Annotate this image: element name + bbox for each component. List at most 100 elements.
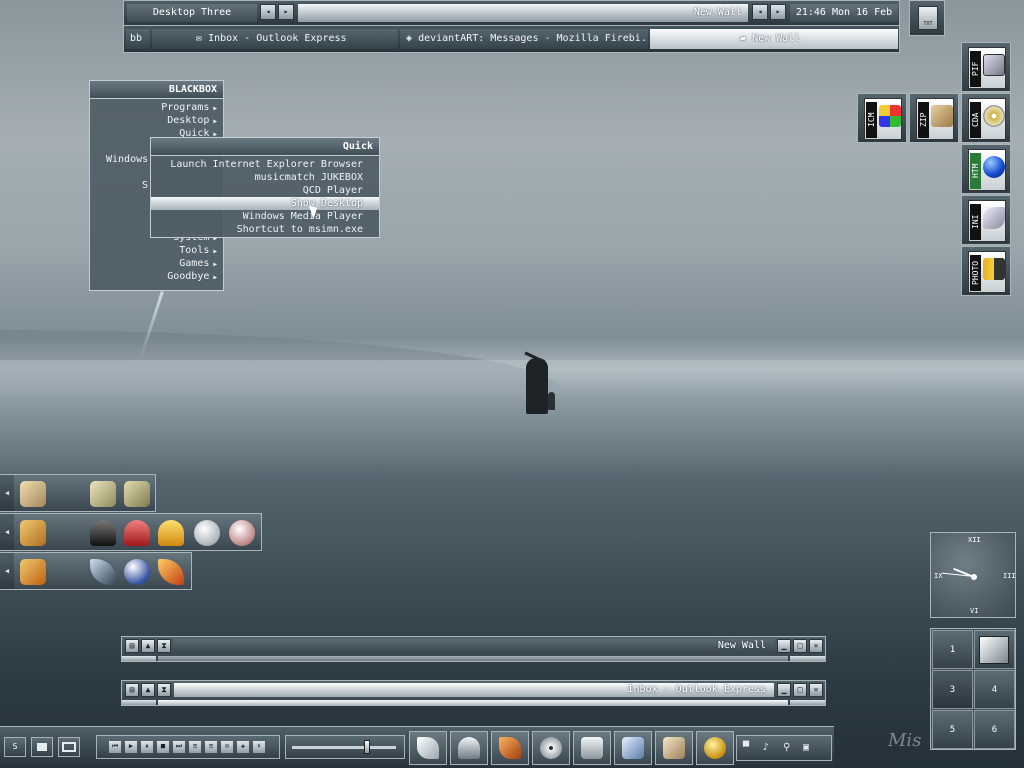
window-handle[interactable]: [158, 656, 788, 661]
volume-slider[interactable]: [285, 735, 405, 759]
resize-grip-right[interactable]: [790, 700, 825, 705]
music-folder-icon[interactable]: [20, 559, 46, 585]
menu-item-goodbye[interactable]: Goodbye ▶: [90, 270, 223, 283]
pager-desktop-1[interactable]: 1: [932, 630, 973, 669]
menu-item-windows-media-player[interactable]: Windows Media Player: [151, 210, 379, 223]
launcher-mail[interactable]: [614, 731, 652, 765]
launcher-reel[interactable]: [532, 731, 570, 765]
close-button[interactable]: ✕: [809, 639, 823, 653]
computer-tray-icon[interactable]: ▣: [803, 742, 809, 753]
menu-item-musicmatch[interactable]: musicmatch JUKEBOX: [151, 171, 379, 184]
window-inbox[interactable]: ▤ ▲ ⧗ Inbox - Outlook Express ▁ □ ✕: [121, 680, 826, 706]
stick-button[interactable]: ⧗: [157, 639, 171, 653]
prev-workspace-button[interactable]: ◂: [260, 4, 276, 20]
playlist-button[interactable]: ≡: [189, 741, 201, 753]
download-button[interactable]: ⬇: [253, 741, 265, 753]
pause-button[interactable]: ⏸: [141, 741, 153, 753]
network-tray-icon[interactable]: ⚲: [783, 742, 790, 753]
task-deviantart[interactable]: ◈ deviantART: Messages - Mozilla Firebi.…: [400, 29, 648, 49]
slit-panel[interactable]: TXT: [909, 0, 945, 36]
system-menu-button[interactable]: S: [4, 737, 26, 757]
file-icon-pif[interactable]: PIF: [961, 42, 1011, 92]
menu-item-programs[interactable]: Programs ▶: [90, 101, 223, 114]
freecell-icon[interactable]: [124, 481, 150, 507]
pencil-icon[interactable]: [90, 559, 116, 585]
file-icon-zip[interactable]: ZIP: [909, 93, 959, 143]
launcher-drive[interactable]: [450, 731, 488, 765]
resize-grip-left[interactable]: [122, 656, 156, 661]
window-new-wall[interactable]: ▤ ▲ ⧗ New Wall ▁ □ ✕: [121, 636, 826, 662]
cards-icon[interactable]: [20, 481, 46, 507]
launcher-eject[interactable]: [409, 731, 447, 765]
paint-tool-icon[interactable]: [229, 520, 255, 546]
show-desktop-button[interactable]: [58, 737, 80, 757]
file-icon-cda[interactable]: CDA: [961, 93, 1011, 143]
prev-window-button[interactable]: ◂: [752, 4, 768, 20]
monitor-tray-icon[interactable]: ▀: [743, 742, 749, 753]
menu-item-launch-ie[interactable]: Launch Internet Explorer Browser: [151, 158, 379, 171]
minimize-all-button[interactable]: [31, 737, 53, 757]
brush-icon[interactable]: [158, 559, 184, 585]
window-menu-button[interactable]: ▤: [125, 639, 139, 653]
menu-item-games[interactable]: Games ▶: [90, 257, 223, 270]
shade-button[interactable]: ▲: [141, 639, 155, 653]
task-inbox[interactable]: ✉ Inbox - Outlook Express: [152, 29, 398, 49]
next-workspace-button[interactable]: ▸: [278, 4, 294, 20]
menu-item-tools[interactable]: Tools ▶: [90, 244, 223, 257]
window-menu-button[interactable]: ▤: [125, 683, 139, 697]
eject-icon: [417, 737, 439, 759]
settings-button[interactable]: ⊙: [221, 741, 233, 753]
pager-desktop-5[interactable]: 5: [932, 710, 973, 749]
file-icon-icm[interactable]: ICM: [857, 93, 907, 143]
menu-item-label: Desktop: [167, 115, 210, 126]
yellow-drive-icon[interactable]: [158, 520, 184, 546]
stop-button[interactable]: ■: [157, 741, 169, 753]
close-button[interactable]: ✕: [809, 683, 823, 697]
dock-collapse-button[interactable]: ◀: [0, 553, 14, 589]
menu-item-msimn-shortcut[interactable]: Shortcut to msimn.exe: [151, 223, 379, 236]
black-drive-icon[interactable]: [90, 520, 116, 546]
add-button[interactable]: ✚: [237, 741, 249, 753]
menu-item-qcd-player[interactable]: QCD Player: [151, 184, 379, 197]
launcher-documents[interactable]: [655, 731, 693, 765]
folder-tools-icon[interactable]: [20, 520, 46, 546]
menu-item-desktop[interactable]: Desktop ▶: [90, 114, 223, 127]
file-icon-htm[interactable]: HTM: [961, 144, 1011, 194]
resize-grip-left[interactable]: [122, 700, 156, 705]
pager-desktop-3[interactable]: 3: [932, 670, 973, 709]
maximize-button[interactable]: □: [793, 683, 807, 697]
launcher-power[interactable]: [696, 731, 734, 765]
task-new-wall[interactable]: ▰ New Wall: [650, 29, 898, 49]
file-icon-photo[interactable]: PHOTO: [961, 246, 1011, 296]
stick-button[interactable]: ⧗: [157, 683, 171, 697]
volume-knob[interactable]: [364, 740, 370, 754]
pager-desktop-6[interactable]: 6: [974, 710, 1015, 749]
dock-collapse-button[interactable]: ◀: [0, 514, 14, 550]
next-window-button[interactable]: ▸: [770, 4, 786, 20]
speaker-tray-icon[interactable]: ♪: [763, 742, 769, 753]
maximize-button[interactable]: □: [793, 639, 807, 653]
minimize-button[interactable]: ▁: [777, 683, 791, 697]
shade-button[interactable]: ▲: [141, 683, 155, 697]
menu-item-show-desktop[interactable]: Show Desktop: [151, 197, 379, 210]
minimize-button[interactable]: ▁: [777, 639, 791, 653]
next-track-button[interactable]: ⏭: [173, 741, 185, 753]
dock-collapse-button[interactable]: ◀: [0, 475, 14, 511]
launcher-folder[interactable]: [573, 731, 611, 765]
taskbar-toggle[interactable]: bb: [126, 29, 150, 49]
wrench-tool-icon[interactable]: [194, 520, 220, 546]
toolbar-window-title[interactable]: New Wall: [298, 4, 748, 22]
previous-track-button[interactable]: ⏮: [109, 741, 121, 753]
red-drive-icon[interactable]: [124, 520, 150, 546]
file-icon-ini[interactable]: INI: [961, 195, 1011, 245]
play-button[interactable]: ▶: [125, 741, 137, 753]
equalizer-button[interactable]: ≡: [205, 741, 217, 753]
solitaire-icon[interactable]: [90, 481, 116, 507]
pager-desktop-2[interactable]: [974, 630, 1015, 669]
resize-grip-right[interactable]: [790, 656, 825, 661]
window-handle[interactable]: [158, 700, 788, 705]
workspace-label[interactable]: Desktop Three: [127, 4, 257, 22]
pager-desktop-4[interactable]: 4: [974, 670, 1015, 709]
sphere-icon[interactable]: [124, 559, 150, 585]
launcher-tools[interactable]: [491, 731, 529, 765]
